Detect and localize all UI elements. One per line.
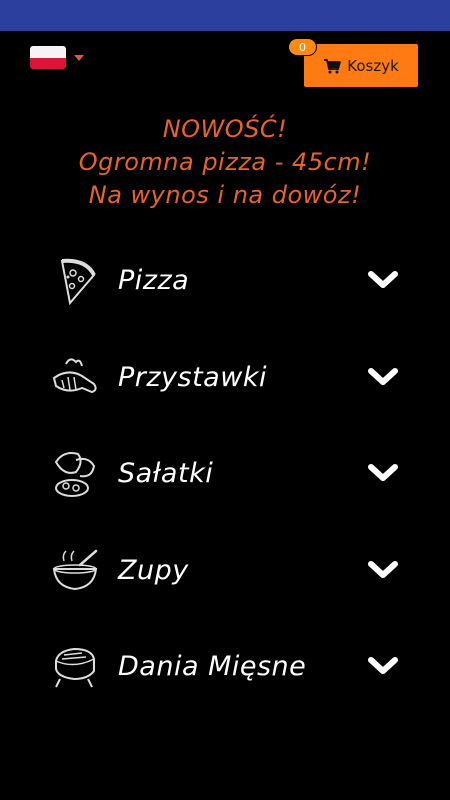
chevron-down-icon [368,368,398,385]
menu-item-zupy[interactable]: Zupy [0,535,450,605]
status-bar [0,0,450,31]
meat-dish-icon [55,647,95,688]
promo-line-1: NOWOŚĆ! [162,115,288,143]
menu-item-label: Pizza [118,264,190,296]
chevron-down-icon [368,271,398,288]
menu-item-label: Sałatki [118,457,214,489]
menu-item-label: Zupy [118,554,189,586]
menu-item-label: Dania Mięsne [118,650,307,682]
promo-line-3: Na wynos i na dowóz! [88,181,362,209]
cart-icon [324,58,342,73]
promo-banner: NOWOŚĆ! Ogromna pizza - 45cm! Na wynos i… [0,113,450,212]
pizza-slice-icon [60,258,96,306]
chevron-down-icon [74,54,84,61]
cart-label: Koszyk [347,56,399,75]
appetizer-icon [52,358,97,394]
menu-item-przystawki[interactable]: Przystawki [0,342,450,412]
cart-button[interactable]: Koszyk [304,44,418,87]
menu-item-salatki[interactable]: Sałatki [0,438,450,508]
salad-icon [54,452,96,497]
promo-line-2: Ogromna pizza - 45cm! [78,148,372,176]
soup-bowl-icon [52,549,98,591]
chevron-down-icon [368,657,398,674]
language-selector[interactable] [30,46,84,69]
cart-count-badge: 0 [288,38,317,56]
menu-item-pizza[interactable]: Pizza [0,245,450,315]
chevron-down-icon [368,464,398,481]
menu-item-dania-miesne[interactable]: Dania Mięsne [0,631,450,701]
chevron-down-icon [368,561,398,578]
menu-item-label: Przystawki [118,361,267,393]
poland-flag-icon [30,46,66,69]
